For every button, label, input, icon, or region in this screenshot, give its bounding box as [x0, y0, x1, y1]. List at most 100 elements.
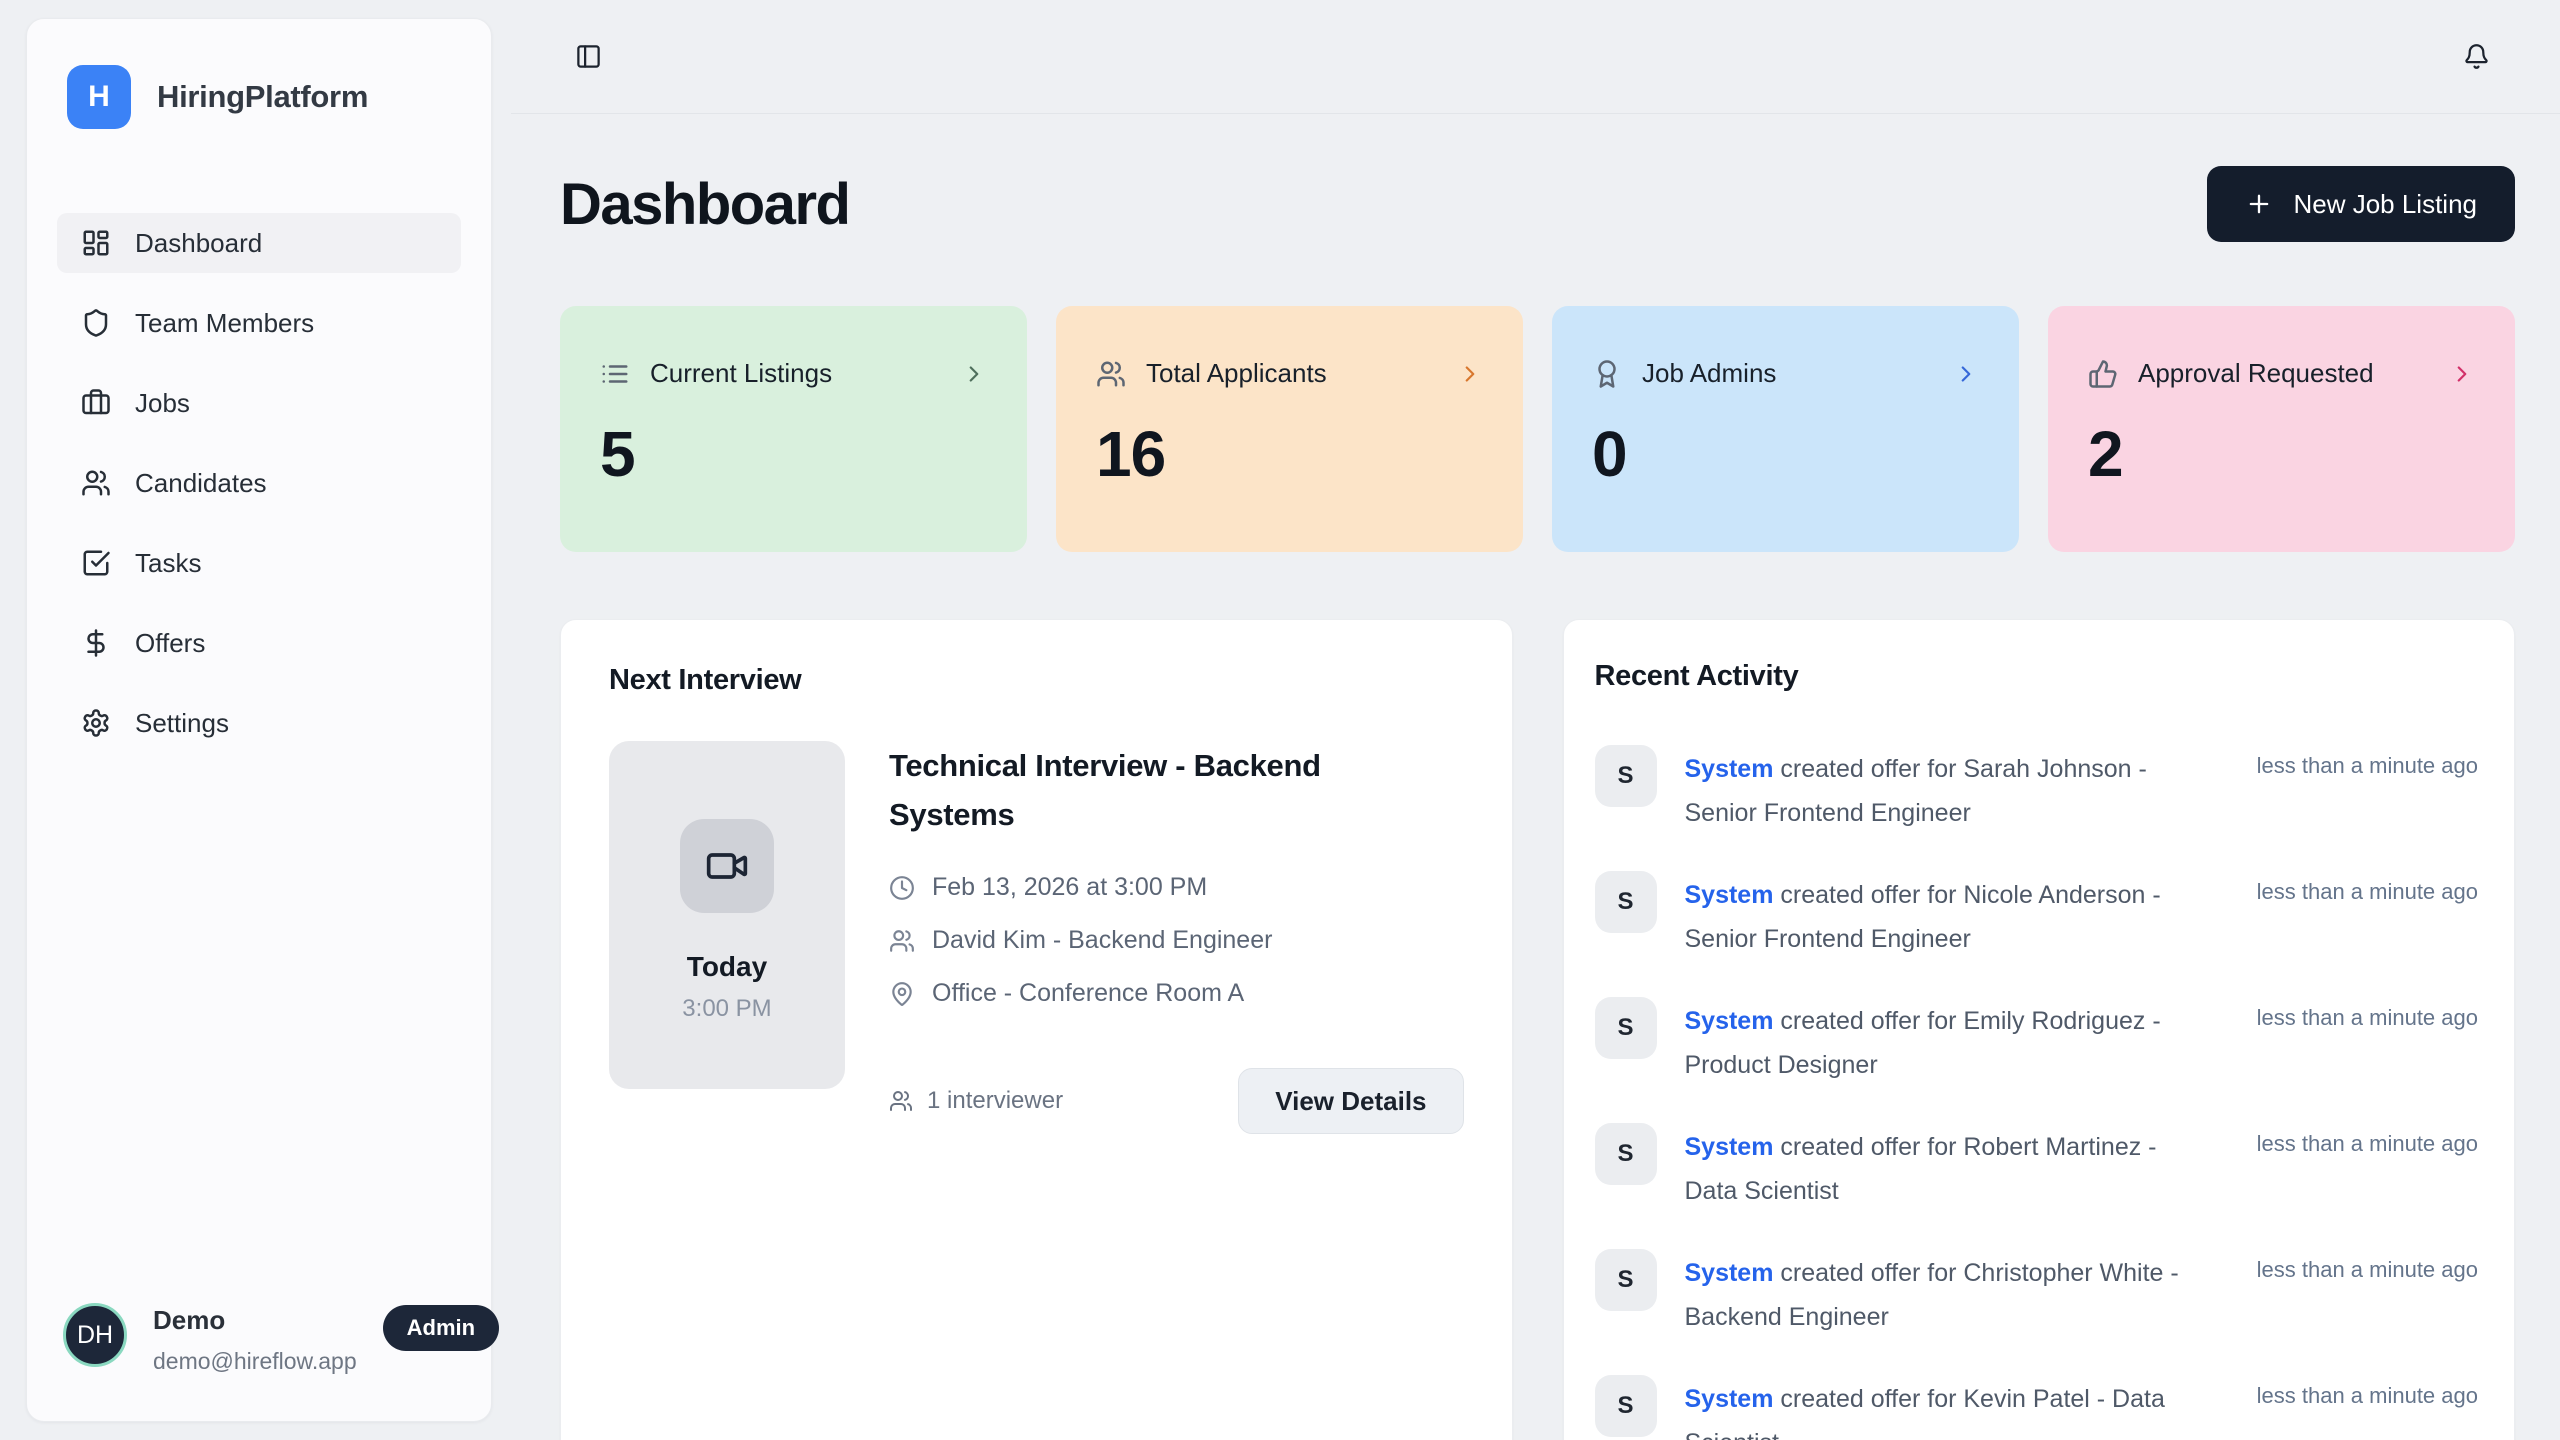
stat-card[interactable]: Job Admins 0 [1552, 306, 2019, 552]
stat-label: Job Admins [1642, 358, 1776, 389]
interview-candidate: David Kim - Backend Engineer [932, 926, 1272, 955]
sidebar-item[interactable]: Offers [57, 613, 461, 673]
activity-actor-link[interactable]: System [1685, 1133, 1774, 1161]
activity-actor-link[interactable]: System [1685, 1007, 1774, 1035]
activity-avatar: S [1595, 745, 1657, 807]
stat-card-header: Total Applicants [1096, 358, 1483, 389]
activity-avatar: S [1595, 997, 1657, 1059]
recent-activity-title: Recent Activity [1595, 660, 2479, 693]
stat-cards: Current Listings 5 Total Applicants 16 J… [560, 306, 2515, 552]
sidebar-item-icon [81, 628, 111, 658]
activity-row: S System created offer for Nicole Anders… [1595, 871, 2479, 961]
sidebar-item[interactable]: Jobs [57, 373, 461, 433]
sidebar-item[interactable]: Team Members [57, 293, 461, 353]
main-area: Dashboard New Job Listing Current Listin… [511, 0, 2560, 1440]
activity-message: System created offer for Emily Rodriguez… [1685, 997, 2190, 1087]
user-email: demo@hireflow.app [153, 1348, 357, 1375]
stat-card[interactable]: Total Applicants 16 [1056, 306, 1523, 552]
activity-row: S System created offer for Christopher W… [1595, 1249, 2479, 1339]
stat-icon [1096, 359, 1126, 389]
user-name: Demo [153, 1305, 357, 1336]
sidebar-item-icon [81, 468, 111, 498]
activity-timestamp: less than a minute ago [2257, 871, 2478, 905]
avatar: DH [63, 1303, 127, 1367]
page-title: Dashboard [560, 171, 849, 238]
recent-activity-card: Recent Activity S System created offer f… [1563, 619, 2516, 1440]
stat-icon [600, 359, 630, 389]
activity-message: System created offer for Sarah Johnson -… [1685, 745, 2190, 835]
sidebar-item-icon [81, 708, 111, 738]
interview-footer: 1 interviewer View Details [889, 1068, 1464, 1134]
interview-location: Office - Conference Room A [932, 979, 1244, 1008]
sidebar-nav: Dashboard Team Members Jobs Candidates T… [57, 213, 461, 753]
sidebar-item-icon [81, 388, 111, 418]
sidebar-item[interactable]: Settings [57, 693, 461, 753]
topbar [511, 0, 2560, 114]
activity-avatar: S [1595, 1375, 1657, 1437]
activity-message: System created offer for Christopher Whi… [1685, 1249, 2190, 1339]
interview-details: Technical Interview - Backend Systems Fe… [889, 741, 1464, 1134]
activity-actor-link[interactable]: System [1685, 755, 1774, 783]
user-section[interactable]: DH Demo demo@hireflow.app Admin [27, 1273, 491, 1421]
interview-datetime: Feb 13, 2026 at 3:00 PM [932, 873, 1207, 902]
sidebar-item-label: Settings [135, 708, 229, 739]
chevron-right-icon[interactable] [1457, 361, 1483, 387]
sidebar-item-label: Offers [135, 628, 205, 659]
stat-value: 0 [1592, 417, 1979, 491]
stat-card-header: Approval Requested [2088, 358, 2475, 389]
activity-message: System created offer for Kevin Patel - D… [1685, 1375, 2190, 1440]
sidebar-item[interactable]: Candidates [57, 453, 461, 513]
video-icon [680, 819, 774, 913]
stat-card[interactable]: Current Listings 5 [560, 306, 1027, 552]
activity-actor-link[interactable]: System [1685, 881, 1774, 909]
activity-timestamp: less than a minute ago [2257, 1249, 2478, 1283]
sidebar-item-label: Tasks [135, 548, 201, 579]
role-badge: Admin [383, 1305, 499, 1351]
brand: H HiringPlatform [57, 65, 461, 129]
stat-icon [2088, 359, 2118, 389]
chevron-right-icon[interactable] [2449, 361, 2475, 387]
sidebar-item-label: Team Members [135, 308, 314, 339]
activity-timestamp: less than a minute ago [2257, 997, 2478, 1031]
chevron-right-icon[interactable] [961, 361, 987, 387]
activity-actor-link[interactable]: System [1685, 1385, 1774, 1413]
interviewer-count-label: 1 interviewer [927, 1087, 1063, 1115]
sidebar: H HiringPlatform Dashboard Team Members … [26, 18, 492, 1422]
bell-icon[interactable] [2463, 43, 2490, 70]
chevron-right-icon[interactable] [1953, 361, 1979, 387]
clock-icon [889, 875, 915, 901]
sidebar-item-icon [81, 548, 111, 578]
stat-label: Current Listings [650, 358, 832, 389]
map-pin-icon [889, 981, 915, 1007]
activity-timestamp: less than a minute ago [2257, 1123, 2478, 1157]
bottom-grid: Next Interview Today 3:00 PM Technical I… [560, 619, 2515, 1440]
stat-label: Approval Requested [2138, 358, 2374, 389]
interview-location-row: Office - Conference Room A [889, 979, 1464, 1008]
sidebar-item[interactable]: Tasks [57, 533, 461, 593]
sidebar-item-label: Dashboard [135, 228, 262, 259]
sidebar-item-label: Candidates [135, 468, 267, 499]
activity-actor-link[interactable]: System [1685, 1259, 1774, 1287]
content: Dashboard New Job Listing Current Listin… [511, 166, 2560, 1440]
stat-icon [1592, 359, 1622, 389]
interviewer-count: 1 interviewer [889, 1087, 1063, 1115]
sidebar-item[interactable]: Dashboard [57, 213, 461, 273]
activity-row: S System created offer for Robert Martin… [1595, 1123, 2479, 1213]
stat-value: 16 [1096, 417, 1483, 491]
sidebar-toggle-icon[interactable] [575, 43, 602, 70]
view-details-button[interactable]: View Details [1238, 1068, 1463, 1134]
interview-title: Technical Interview - Backend Systems [889, 741, 1449, 839]
users-icon [889, 1089, 913, 1113]
sidebar-item-icon [81, 228, 111, 258]
stat-value: 5 [600, 417, 987, 491]
activity-message: System created offer for Nicole Anderson… [1685, 871, 2190, 961]
new-job-listing-button[interactable]: New Job Listing [2207, 166, 2515, 242]
stat-card[interactable]: Approval Requested 2 [2048, 306, 2515, 552]
new-job-listing-label: New Job Listing [2293, 189, 2477, 220]
activity-list: S System created offer for Sarah Johnson… [1595, 745, 2479, 1440]
sidebar-item-icon [81, 308, 111, 338]
activity-timestamp: less than a minute ago [2257, 745, 2478, 779]
stat-card-header: Job Admins [1592, 358, 1979, 389]
activity-avatar: S [1595, 1123, 1657, 1185]
activity-timestamp: less than a minute ago [2257, 1375, 2478, 1409]
